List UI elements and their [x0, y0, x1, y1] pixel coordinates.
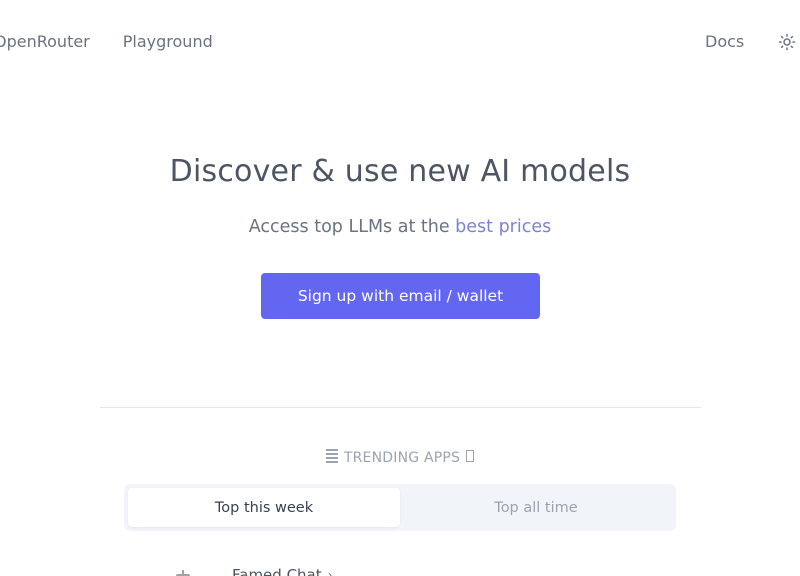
nav-docs-link[interactable]: Docs [705, 31, 744, 53]
theme-toggle-button[interactable] [778, 31, 800, 53]
chart-icon [325, 448, 338, 468]
hero-title: Discover & use new AI models [169, 154, 631, 189]
page: OpenRouter Playground Docs Discover & us [0, 0, 800, 576]
sun-icon [778, 33, 796, 51]
hero-subtitle: Access top LLMs at the best prices [0, 215, 800, 239]
nav-brand-link[interactable]: OpenRouter [0, 31, 90, 53]
hero-subtitle-text: Access top LLMs at the [248, 217, 456, 237]
trending-label: TRENDING APPS [343, 450, 461, 466]
trending-tabs: Top this week Top all time [124, 484, 676, 531]
signup-button[interactable]: Sign up with email / wallet [261, 273, 540, 319]
tab-top-this-week[interactable]: Top this week [128, 488, 400, 527]
nav-playground-link[interactable]: Playground [123, 31, 213, 53]
tab-top-all-time[interactable]: Top all time [400, 488, 672, 527]
info-icon [466, 449, 475, 467]
list-item[interactable]: Famed Chat › [172, 564, 332, 576]
nav-left: OpenRouter Playground [0, 31, 213, 53]
chevron-right-icon: › [327, 568, 333, 576]
app-name-link[interactable]: Famed Chat [232, 566, 322, 576]
trending-heading: TRENDING APPS [0, 448, 800, 468]
best-prices-link[interactable]: best prices [455, 217, 551, 237]
section-divider [100, 407, 701, 408]
robot-icon [172, 570, 194, 576]
